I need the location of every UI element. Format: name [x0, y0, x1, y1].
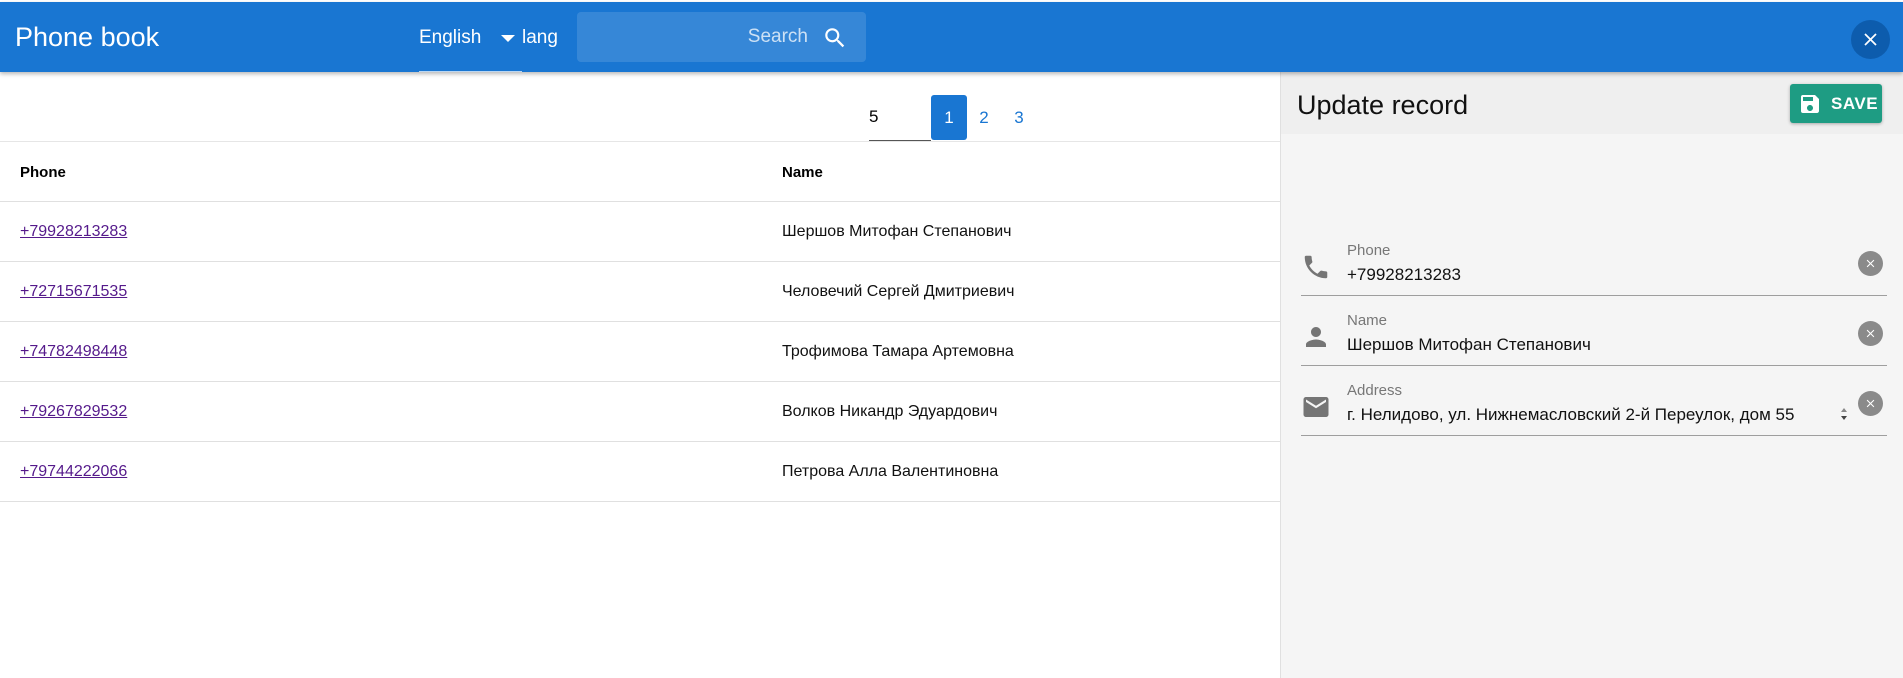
clear-icon [1866, 259, 1875, 268]
clear-name-button[interactable] [1858, 321, 1883, 346]
caret-down-icon [501, 35, 515, 42]
page-button-1[interactable]: 1 [931, 95, 967, 140]
close-icon [1864, 33, 1877, 46]
address-input[interactable] [1347, 402, 1835, 428]
address-field: Address [1301, 366, 1887, 436]
save-icon [1801, 95, 1819, 113]
page-button-2[interactable]: 2 [967, 95, 1001, 140]
language-value: English [419, 27, 482, 48]
phone-field-label: Phone [1347, 242, 1391, 259]
pagination: 5 1 2 3 [0, 95, 1280, 141]
name-cell: Петрова Алла Валентиновна [782, 463, 999, 480]
name-cell: Человечий Сергей Дмитриевич [782, 283, 1015, 300]
phone-link[interactable]: +79744222066 [20, 463, 127, 481]
app-title: Phone book [15, 22, 160, 52]
clear-phone-button[interactable] [1858, 251, 1883, 276]
clear-address-button[interactable] [1858, 391, 1883, 416]
person-icon [1306, 327, 1326, 347]
name-field: Name [1301, 296, 1887, 366]
clear-icon [1866, 329, 1875, 338]
name-field-label: Name [1347, 312, 1388, 329]
name-cell: Трофимова Тамара Артемовна [782, 343, 1014, 360]
language-select[interactable]: English [419, 2, 522, 72]
panel-title: Update record [1297, 90, 1469, 120]
search-box [577, 12, 866, 62]
phone-link[interactable]: +79267829532 [20, 403, 127, 421]
table-row[interactable]: +79744222066 Петрова Алла Валентиновна [0, 442, 1280, 502]
phone-icon [1304, 255, 1328, 279]
contacts-table: Phone Name +79928213283 Шершов Митофан С… [0, 141, 1280, 502]
address-field-label: Address [1347, 382, 1403, 399]
mail-icon [1303, 397, 1329, 417]
language-label: lang [522, 27, 558, 48]
name-cell: Шершов Митофан Степанович [782, 223, 1012, 240]
save-button[interactable]: SAVE [1790, 84, 1882, 123]
stepper-arrows-icon[interactable] [1839, 404, 1849, 424]
update-record-panel: Update record SAVE Phone Name [1280, 72, 1903, 678]
phone-input[interactable] [1347, 262, 1841, 288]
phone-field: Phone [1301, 226, 1887, 296]
close-panel-button[interactable] [1851, 20, 1890, 59]
table-header: Phone Name [0, 141, 1280, 202]
app-bar: Phone book English lang [0, 2, 1903, 72]
search-icon[interactable] [822, 25, 848, 51]
panel-header: Update record SAVE [1281, 72, 1903, 134]
table-row[interactable]: +72715671535 Человечий Сергей Дмитриевич [0, 262, 1280, 322]
phone-link[interactable]: +72715671535 [20, 283, 127, 301]
table-row[interactable]: +79267829532 Волков Никандр Эдуардович [0, 382, 1280, 442]
column-header-name[interactable]: Name [782, 164, 823, 181]
column-header-phone[interactable]: Phone [20, 164, 66, 181]
search-input[interactable] [577, 12, 812, 62]
table-row[interactable]: +74782498448 Трофимова Тамара Артемовна [0, 322, 1280, 382]
name-cell: Волков Никандр Эдуардович [782, 403, 998, 420]
phone-link[interactable]: +74782498448 [20, 343, 127, 361]
name-input[interactable] [1347, 332, 1841, 358]
phone-link[interactable]: +79928213283 [20, 223, 127, 241]
clear-icon [1866, 399, 1875, 408]
page-size-select[interactable]: 5 [869, 95, 931, 141]
page-button-3[interactable]: 3 [1001, 95, 1037, 140]
table-row[interactable]: +79928213283 Шершов Митофан Степанович [0, 202, 1280, 262]
save-label: SAVE [1831, 94, 1879, 113]
